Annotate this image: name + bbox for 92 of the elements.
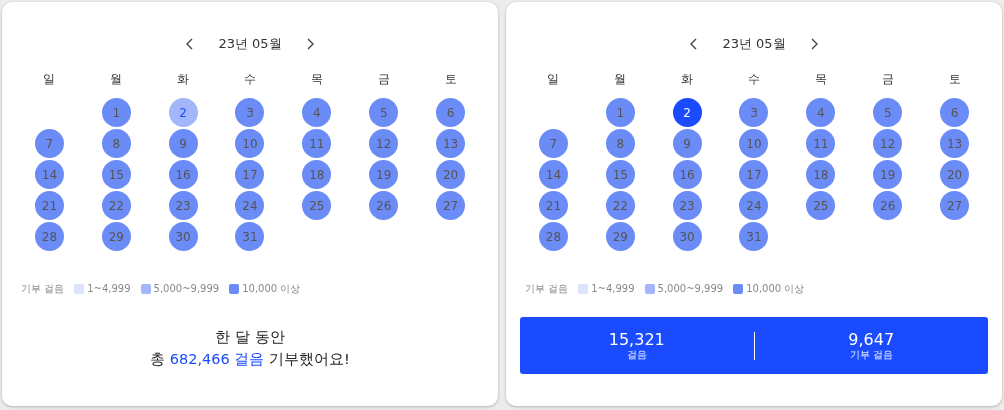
- day-button[interactable]: 31: [235, 222, 265, 251]
- day-button[interactable]: 17: [739, 160, 769, 189]
- weekday-label: 일: [547, 71, 560, 88]
- day-button[interactable]: 20: [436, 160, 466, 189]
- day-button[interactable]: 7: [538, 129, 568, 158]
- day-button[interactable]: 19: [873, 160, 903, 189]
- stat-value: 15,321: [608, 330, 665, 349]
- legend-label: 1~4,999: [87, 282, 131, 296]
- day-button[interactable]: 15: [101, 160, 131, 189]
- day-button[interactable]: 28: [34, 222, 64, 251]
- day-button[interactable]: 14: [34, 160, 64, 189]
- weekday-label: 목: [310, 71, 323, 88]
- day-button[interactable]: 3: [235, 98, 265, 127]
- weekday-label: 토: [948, 71, 961, 88]
- day-button[interactable]: 20: [940, 160, 970, 189]
- day-button[interactable]: 15: [605, 160, 635, 189]
- stat-value: 9,647: [848, 330, 895, 349]
- day-button[interactable]: 23: [672, 191, 702, 220]
- weekday-label: 월: [614, 71, 627, 88]
- day-button[interactable]: 5: [369, 98, 399, 127]
- day-button[interactable]: 21: [538, 191, 568, 220]
- legend-label: 10,000 이상: [242, 282, 301, 296]
- weekday-label: 화: [681, 71, 694, 88]
- day-button[interactable]: 1: [605, 98, 635, 127]
- day-button[interactable]: 25: [806, 191, 836, 220]
- day-button[interactable]: 28: [538, 222, 568, 251]
- stat-label: 기부 걸음: [849, 348, 893, 361]
- weekday-label: 토: [444, 71, 457, 88]
- day-button[interactable]: 14: [538, 160, 568, 189]
- day-button[interactable]: 8: [605, 129, 635, 158]
- weekday-label: 수: [244, 71, 256, 88]
- day-button[interactable]: 11: [806, 129, 836, 158]
- weekday-label: 금: [881, 71, 894, 88]
- day-button[interactable]: 8: [101, 129, 131, 158]
- weekday-label: 목: [814, 71, 827, 88]
- weekday-label: 화: [177, 71, 190, 88]
- legend-label: 1~4,999: [591, 282, 635, 296]
- day-button[interactable]: 18: [806, 160, 836, 189]
- day-button[interactable]: 25: [302, 191, 332, 220]
- legend-label: 10,000 이상: [746, 282, 805, 296]
- day-button[interactable]: 11: [302, 129, 332, 158]
- day-button[interactable]: 5: [873, 98, 903, 127]
- summary-text: 총 682,466 걸음 기부했어요!: [149, 350, 351, 369]
- day-button[interactable]: 30: [672, 222, 702, 251]
- day-button[interactable]: 22: [101, 191, 131, 220]
- summary-heading: 한 달 동안: [214, 328, 286, 347]
- day-button[interactable]: 24: [739, 191, 769, 220]
- day-button[interactable]: 18: [302, 160, 332, 189]
- day-button[interactable]: 17: [235, 160, 265, 189]
- day-button[interactable]: 16: [672, 160, 702, 189]
- month-title: 23년 05월: [218, 35, 282, 54]
- day-button[interactable]: 19: [369, 160, 399, 189]
- day-button[interactable]: 2: [672, 98, 702, 127]
- day-button[interactable]: 13: [940, 129, 970, 158]
- day-button[interactable]: 13: [436, 129, 466, 158]
- day-button[interactable]: 31: [739, 222, 769, 251]
- day-button[interactable]: 4: [302, 98, 332, 127]
- day-button[interactable]: 16: [168, 160, 198, 189]
- day-button[interactable]: 26: [873, 191, 903, 220]
- weekday-label: 수: [748, 71, 760, 88]
- day-button[interactable]: 10: [739, 129, 769, 158]
- day-button[interactable]: 29: [101, 222, 131, 251]
- day-button[interactable]: 12: [873, 129, 903, 158]
- legend-label: 5,000~9,999: [153, 282, 220, 296]
- day-button[interactable]: 10: [235, 129, 265, 158]
- day-button[interactable]: 9: [168, 129, 198, 158]
- day-button[interactable]: 1: [101, 98, 131, 127]
- day-button[interactable]: 9: [672, 129, 702, 158]
- day-button[interactable]: 6: [940, 98, 970, 127]
- weekday-label: 일: [43, 71, 56, 88]
- day-button[interactable]: 4: [806, 98, 836, 127]
- day-button[interactable]: 23: [168, 191, 198, 220]
- day-button[interactable]: 29: [605, 222, 635, 251]
- day-button[interactable]: 22: [605, 191, 635, 220]
- day-button[interactable]: 24: [235, 191, 265, 220]
- month-title: 23년 05월: [722, 35, 786, 54]
- day-button[interactable]: 30: [168, 222, 198, 251]
- stat-label: 걸음: [626, 348, 647, 361]
- weekday-label: 월: [110, 71, 123, 88]
- legend-title: 기부 걸음: [525, 282, 569, 296]
- day-button[interactable]: 7: [34, 129, 64, 158]
- day-button[interactable]: 27: [940, 191, 970, 220]
- weekday-label: 금: [377, 71, 390, 88]
- day-button[interactable]: 26: [369, 191, 399, 220]
- legend-label: 5,000~9,999: [657, 282, 724, 296]
- day-button[interactable]: 2: [168, 98, 198, 127]
- day-button[interactable]: 21: [34, 191, 64, 220]
- day-button[interactable]: 27: [436, 191, 466, 220]
- day-button[interactable]: 6: [436, 98, 466, 127]
- day-button[interactable]: 3: [739, 98, 769, 127]
- day-button[interactable]: 12: [369, 129, 399, 158]
- legend-title: 기부 걸음: [21, 282, 65, 296]
